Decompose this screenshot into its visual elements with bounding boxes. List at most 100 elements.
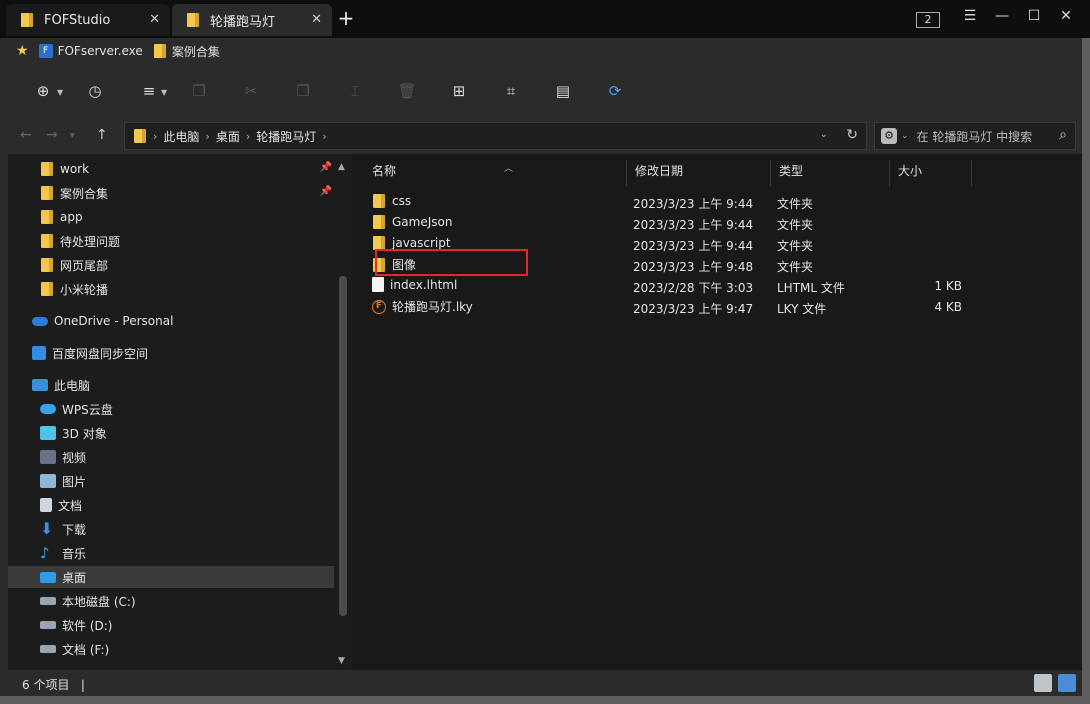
refresh-icon[interactable]: ↻	[846, 127, 858, 143]
address-bar[interactable]: › 此电脑 › 桌面 › 轮播跑马灯 › ⌄ ↻	[124, 122, 867, 150]
chevron-right-icon[interactable]: ›	[322, 130, 326, 143]
sync-icon[interactable]: ⟳	[604, 81, 626, 101]
details-view-icon[interactable]	[1034, 674, 1052, 692]
sidebar-item-this-pc[interactable]: 此电脑	[8, 374, 334, 396]
music-icon: ♪	[40, 544, 50, 562]
cut-icon[interactable]: ✂	[240, 81, 262, 101]
copy-icon[interactable]: ❐	[188, 81, 210, 101]
history-icon[interactable]: ◷	[84, 81, 106, 101]
chevron-up-icon[interactable]: ▲	[338, 162, 345, 172]
bookmark-fofserver[interactable]: F FOFserver.exe	[38, 44, 143, 58]
new-folder-icon[interactable]: ⊞	[448, 81, 470, 101]
file-name: index.lhtml	[390, 277, 458, 292]
sidebar-item-drive-d[interactable]: 软件 (D:)	[8, 614, 334, 636]
column-header-size[interactable]: 大小	[890, 160, 972, 186]
breadcrumb-this-pc[interactable]: 此电脑	[163, 128, 199, 145]
close-icon[interactable]: ✕	[149, 12, 160, 27]
drive-icon	[40, 597, 56, 605]
paste-icon[interactable]: ❐	[292, 81, 314, 101]
pin-icon[interactable]: 📌	[320, 186, 332, 197]
sidebar-item-downloads[interactable]: ⬇ 下载	[8, 518, 334, 540]
forward-icon[interactable]: →	[46, 127, 58, 143]
close-window-button[interactable]: ✕	[1054, 8, 1078, 24]
new-item-icon[interactable]: ⊕	[32, 81, 54, 101]
scroll-thumb[interactable]	[339, 276, 347, 616]
sidebar-item-cases[interactable]: 案例合集 📌	[8, 182, 334, 204]
sidebar-item-label: 文档 (F:)	[62, 642, 110, 657]
crop-icon[interactable]: ⌗	[500, 81, 522, 101]
sidebar-item-desktop[interactable]: 桌面	[8, 566, 334, 588]
tab-carousel[interactable]: 轮播跑马灯 ✕	[172, 4, 332, 36]
table-row[interactable]: GameJson 2023/3/23 上午 9:44 文件夹	[372, 213, 972, 234]
sidebar-item-xiaomi[interactable]: 小米轮播	[8, 278, 334, 300]
back-icon[interactable]: ←	[20, 127, 32, 143]
sidebar-item-label: 本地磁盘 (C:)	[62, 594, 136, 609]
sidebar-item-footer[interactable]: 网页尾部	[8, 254, 334, 276]
pin-icon[interactable]: 📌	[320, 162, 332, 173]
sidebar-item-onedrive[interactable]: OneDrive - Personal	[8, 310, 334, 332]
breadcrumb-desktop[interactable]: 桌面	[216, 128, 240, 145]
maximize-button[interactable]: ☐	[1022, 8, 1046, 24]
file-size: 4 KB	[934, 300, 962, 314]
sidebar-item-work[interactable]: work 📌	[8, 158, 334, 180]
minimize-button[interactable]: —	[990, 8, 1014, 24]
desktop-icon	[40, 571, 56, 583]
file-name: 轮播跑马灯.lky	[392, 300, 473, 314]
chevron-right-icon[interactable]: ›	[205, 130, 209, 143]
new-tab-button[interactable]: +	[336, 6, 356, 30]
gear-icon[interactable]: ⚙	[881, 128, 897, 144]
up-icon[interactable]: ↑	[96, 127, 108, 143]
chevron-down-icon[interactable]: ▼	[57, 88, 63, 97]
column-header-date[interactable]: 修改日期	[627, 160, 771, 186]
sidebar-item-drive-f[interactable]: 文档 (F:)	[8, 638, 334, 660]
breadcrumb-current[interactable]: 轮播跑马灯	[256, 128, 316, 145]
cube-icon	[40, 426, 56, 440]
item-count: 6 个项目 |	[22, 678, 85, 692]
chevron-down-icon[interactable]: ▼	[161, 88, 167, 97]
properties-icon[interactable]: ▤	[552, 81, 574, 101]
close-icon[interactable]: ✕	[311, 12, 322, 27]
sidebar-item-app[interactable]: app	[8, 206, 334, 228]
chevron-down-icon[interactable]: ▼	[338, 656, 345, 666]
sidebar-item-pictures[interactable]: 图片	[8, 470, 334, 492]
sidebar-item-music[interactable]: ♪ 音乐	[8, 542, 334, 564]
file-type: 文件夹	[777, 218, 814, 232]
folder-icon	[153, 43, 167, 59]
chevron-down-icon[interactable]: ⌄	[901, 131, 909, 141]
bookmark-cases[interactable]: 案例合集	[153, 43, 220, 60]
table-row[interactable]: F 轮播跑马灯.lky 2023/3/23 上午 9:47 LKY 文件 4 KB	[372, 297, 972, 318]
sidebar-scrollbar[interactable]: ▲ ▼	[336, 160, 350, 670]
sidebar-item-drive-c[interactable]: 本地磁盘 (C:)	[8, 590, 334, 612]
sidebar-item-documents[interactable]: 文档	[8, 494, 334, 516]
column-header-type[interactable]: 类型	[771, 160, 890, 186]
search-box[interactable]: ⚙ ⌄ 在 轮播跑马灯 中搜索 ⌕	[874, 122, 1076, 150]
tab-fofstudio[interactable]: FOFStudio ✕	[6, 4, 170, 36]
address-row: ← → ▾ ↑ › 此电脑 › 桌面 › 轮播跑马灯 › ⌄ ↻ ⚙ ⌄ 在 轮…	[0, 118, 1090, 154]
delete-icon[interactable]: 🗑	[396, 81, 418, 101]
baidu-icon	[32, 346, 46, 360]
bookmark-label: 案例合集	[171, 44, 220, 59]
menu-icon[interactable]: ☰	[958, 8, 982, 24]
thumbnail-view-icon[interactable]	[1058, 674, 1076, 692]
star-icon[interactable]: ★	[16, 43, 29, 59]
toolbar: ⊕ ▼ ◷ ≡ ▼ ❐ ✂ ❐ ⌶ 🗑 ⊞ ⌗ ▤ ⟳	[0, 64, 1090, 118]
chevron-down-icon[interactable]: ⌄	[820, 129, 828, 140]
chevron-down-icon[interactable]: ▾	[70, 131, 75, 141]
sidebar-item-label: work	[60, 162, 90, 176]
sidebar-item-pending[interactable]: 待处理问题	[8, 230, 334, 252]
tab-label: FOFStudio	[44, 12, 111, 28]
sidebar-item-wps[interactable]: WPS云盘	[8, 398, 334, 420]
view-menu-icon[interactable]: ≡	[138, 81, 160, 101]
file-list: 名称 ︿ 修改日期 类型 大小 css 2023/3/23 上午 9:44 文件…	[352, 154, 1090, 670]
search-icon[interactable]: ⌕	[1059, 127, 1067, 143]
sidebar-item-3d[interactable]: 3D 对象	[8, 422, 334, 444]
chevron-right-icon[interactable]: ›	[153, 130, 157, 143]
table-row[interactable]: index.lhtml 2023/2/28 下午 3:03 LHTML 文件 1…	[372, 276, 972, 297]
column-header-name[interactable]: 名称 ︿	[364, 160, 627, 186]
window-count-badge[interactable]: 2	[916, 12, 940, 28]
chevron-right-icon[interactable]: ›	[246, 130, 250, 143]
table-row[interactable]: css 2023/3/23 上午 9:44 文件夹	[372, 192, 972, 213]
rename-icon[interactable]: ⌶	[344, 81, 366, 101]
sidebar-item-baidu[interactable]: 百度网盘同步空间	[8, 342, 334, 364]
sidebar-item-video[interactable]: 视频	[8, 446, 334, 468]
